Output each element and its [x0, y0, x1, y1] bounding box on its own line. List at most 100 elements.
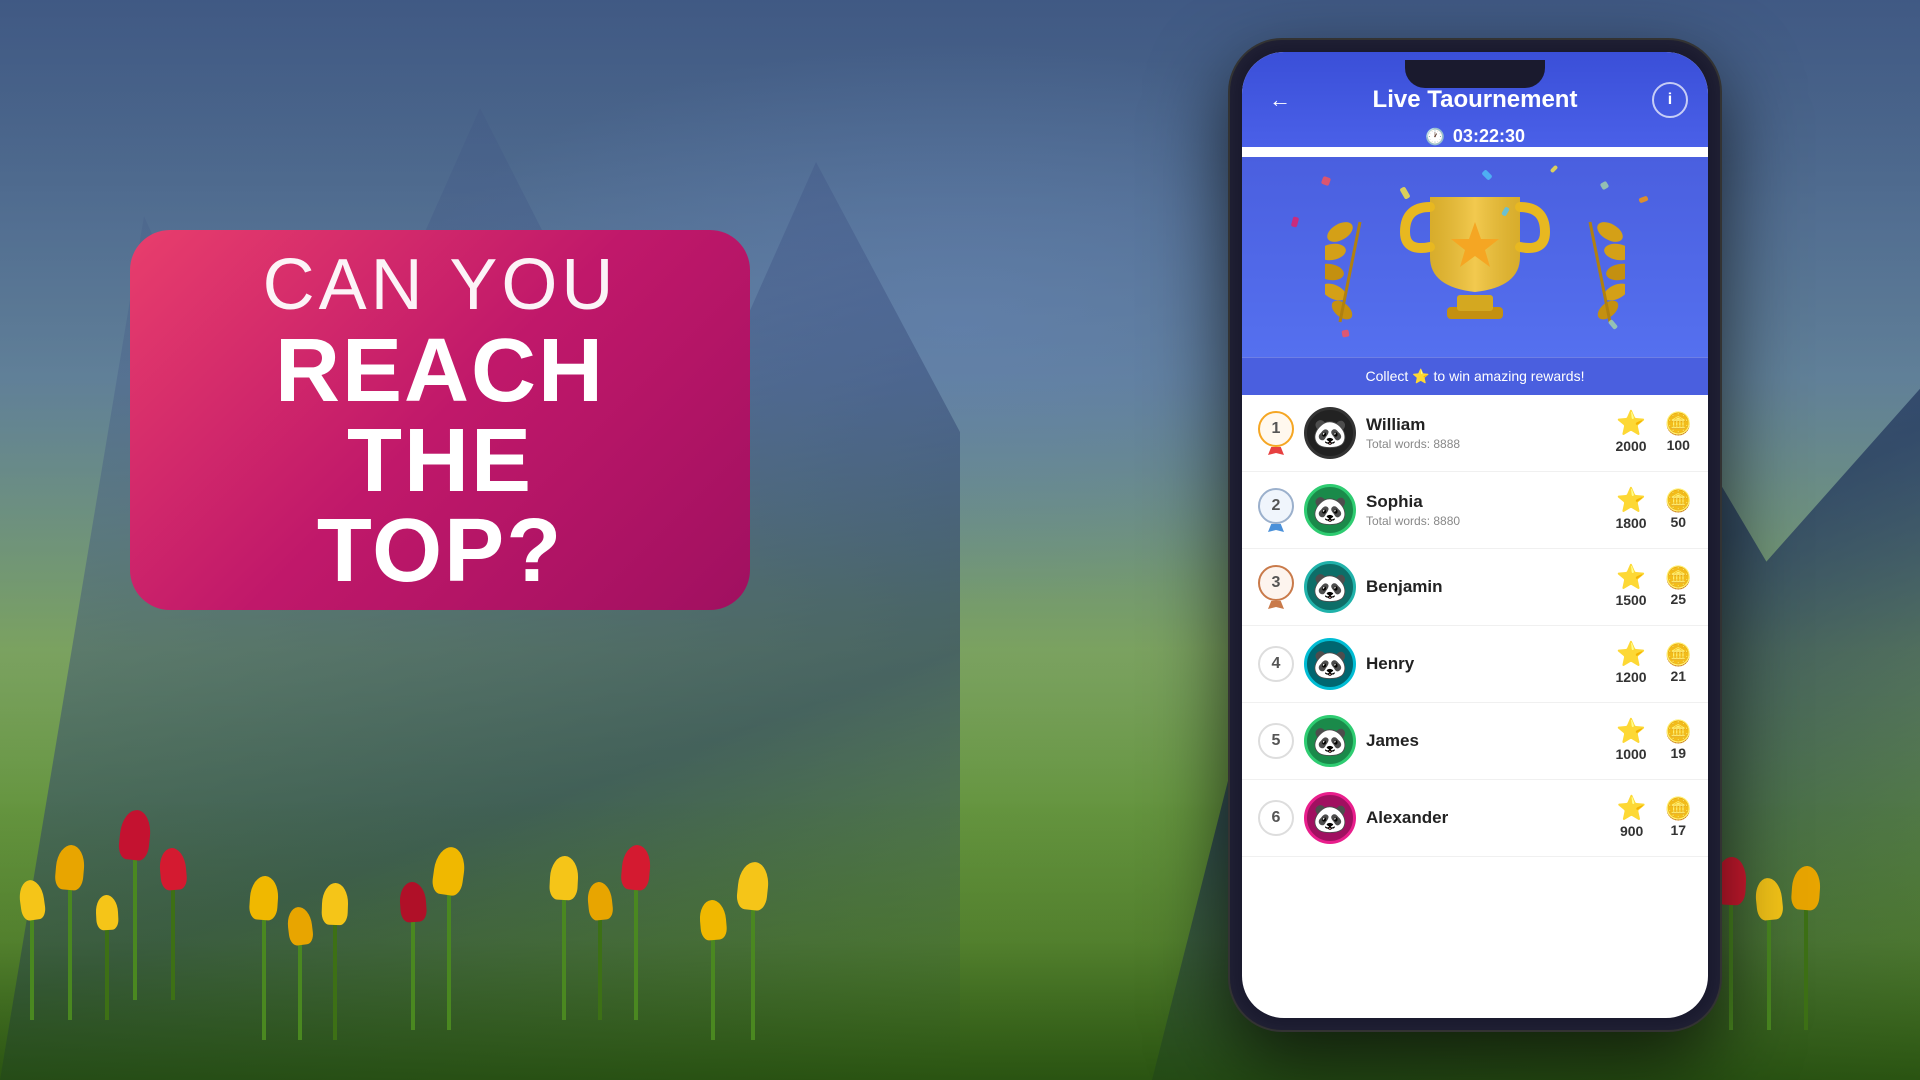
rank-6-wrapper: 6 [1258, 800, 1294, 836]
avatar-henry: 🐼 [1304, 638, 1356, 690]
timer-value: 03:22:30 [1453, 126, 1525, 147]
star-icon-1: ⭐ [1616, 412, 1646, 436]
phone-screen: ← Live Taournement i 🕐 03:22:30 [1242, 52, 1708, 1018]
rank-1-wrapper: 1 [1258, 411, 1294, 455]
rank-6: 6 [1258, 800, 1294, 836]
coin-icon-5: 🪙 [1665, 721, 1692, 743]
player-sub-william: Total words: 8888 [1366, 437, 1605, 451]
timer-row: 🕐 03:22:30 [1262, 126, 1688, 147]
coin-num-william: 100 [1667, 437, 1690, 453]
score-num-sophia: 1800 [1615, 515, 1646, 531]
coins-alexander: 🪙 17 [1665, 798, 1692, 838]
medal-ribbon-3 [1268, 601, 1284, 609]
confetti [1341, 329, 1349, 337]
leaderboard-row-3: 3 🐼 Benjamin ⭐ 1500 🪙 25 [1242, 549, 1708, 626]
medal-ribbon-1 [1268, 447, 1284, 455]
coin-icon-3: 🪙 [1665, 567, 1692, 589]
trophy-container [1325, 177, 1625, 337]
player-info-william: William Total words: 8888 [1366, 415, 1605, 451]
trophy-area [1242, 157, 1708, 357]
player-info-benjamin: Benjamin [1366, 577, 1605, 597]
player-name-alexander: Alexander [1366, 808, 1607, 828]
score-num-alexander: 900 [1620, 823, 1643, 839]
confetti [1550, 165, 1558, 173]
player-name-henry: Henry [1366, 654, 1605, 674]
player-name-benjamin: Benjamin [1366, 577, 1605, 597]
promo-line2: REACH THE [170, 326, 710, 506]
coin-num-henry: 21 [1671, 668, 1687, 684]
score-william: ⭐ 2000 [1615, 412, 1646, 454]
score-num-henry: 1200 [1615, 669, 1646, 685]
reward-text: Collect ⭐ to win amazing rewards! [1366, 368, 1585, 385]
coins-benjamin: 🪙 25 [1665, 567, 1692, 607]
promo-line3: TOP? [317, 506, 563, 596]
score-num-james: 1000 [1615, 746, 1646, 762]
score-sophia: ⭐ 1800 [1615, 489, 1646, 531]
coin-icon-6: 🪙 [1665, 798, 1692, 820]
player-sub-sophia: Total words: 8880 [1366, 514, 1605, 528]
player-info-alexander: Alexander [1366, 808, 1607, 828]
rank-5: 5 [1258, 723, 1294, 759]
coins-henry: 🪙 21 [1665, 644, 1692, 684]
rank-5-wrapper: 5 [1258, 723, 1294, 759]
back-button[interactable]: ← [1262, 82, 1298, 118]
promo-line1: CAN YOU [263, 244, 618, 326]
rank-3: 3 [1258, 565, 1294, 601]
rank-4-wrapper: 4 [1258, 646, 1294, 682]
player-info-henry: Henry [1366, 654, 1605, 674]
coin-num-benjamin: 25 [1671, 591, 1687, 607]
reward-bar: Collect ⭐ to win amazing rewards! [1242, 357, 1708, 395]
score-num-william: 2000 [1615, 438, 1646, 454]
coins-james: 🪙 19 [1665, 721, 1692, 761]
rank-2: 2 [1258, 488, 1294, 524]
coin-icon-4: 🪙 [1665, 644, 1692, 666]
score-henry: ⭐ 1200 [1615, 643, 1646, 685]
star-icon-3: ⭐ [1616, 566, 1646, 590]
phone-outer: ← Live Taournement i 🕐 03:22:30 [1230, 40, 1720, 1030]
rank-4: 4 [1258, 646, 1294, 682]
player-name-william: William [1366, 415, 1605, 435]
phone-wrapper: ← Live Taournement i 🕐 03:22:30 [1230, 40, 1720, 1030]
avatar-william: 🐼 [1304, 407, 1356, 459]
star-icon-2: ⭐ [1616, 489, 1646, 513]
leaderboard: 1 🐼 William Total words: 8888 ⭐ 2000 🪙 [1242, 395, 1708, 857]
avatar-alexander: 🐼 [1304, 792, 1356, 844]
avatar-james: 🐼 [1304, 715, 1356, 767]
coins-william: 🪙 100 [1665, 413, 1692, 453]
player-name-james: James [1366, 731, 1605, 751]
info-button[interactable]: i [1652, 82, 1688, 118]
avatar-benjamin: 🐼 [1304, 561, 1356, 613]
player-name-sophia: Sophia [1366, 492, 1605, 512]
promo-card: CAN YOU REACH THE TOP? [130, 230, 750, 610]
player-info-james: James [1366, 731, 1605, 751]
confetti [1291, 216, 1299, 227]
score-james: ⭐ 1000 [1615, 720, 1646, 762]
player-info-sophia: Sophia Total words: 8880 [1366, 492, 1605, 528]
phone-notch [1405, 60, 1545, 88]
right-laurel-icon [1555, 207, 1625, 337]
score-alexander: ⭐ 900 [1617, 797, 1647, 839]
star-icon-6: ⭐ [1617, 797, 1647, 821]
coin-num-james: 19 [1671, 745, 1687, 761]
coins-sophia: 🪙 50 [1665, 490, 1692, 530]
coin-num-alexander: 17 [1671, 822, 1687, 838]
leaderboard-row-2: 2 🐼 Sophia Total words: 8880 ⭐ 1800 🪙 [1242, 472, 1708, 549]
trophy-icon [1395, 177, 1555, 337]
confetti [1638, 196, 1648, 204]
left-laurel-icon [1325, 207, 1395, 337]
rank-3-wrapper: 3 [1258, 565, 1294, 609]
leaderboard-row-1: 1 🐼 William Total words: 8888 ⭐ 2000 🪙 [1242, 395, 1708, 472]
coin-num-sophia: 50 [1671, 514, 1687, 530]
leaderboard-row-5: 5 🐼 James ⭐ 1000 🪙 19 [1242, 703, 1708, 780]
medal-ribbon-2 [1268, 524, 1284, 532]
coin-icon-2: 🪙 [1665, 490, 1692, 512]
score-benjamin: ⭐ 1500 [1615, 566, 1646, 608]
leaderboard-row-4: 4 🐼 Henry ⭐ 1200 🪙 21 [1242, 626, 1708, 703]
score-num-benjamin: 1500 [1615, 592, 1646, 608]
rank-2-wrapper: 2 [1258, 488, 1294, 532]
avatar-sophia: 🐼 [1304, 484, 1356, 536]
header-title: Live Taournement [1298, 86, 1652, 114]
rank-1: 1 [1258, 411, 1294, 447]
star-icon-5: ⭐ [1616, 720, 1646, 744]
star-icon-4: ⭐ [1616, 643, 1646, 667]
